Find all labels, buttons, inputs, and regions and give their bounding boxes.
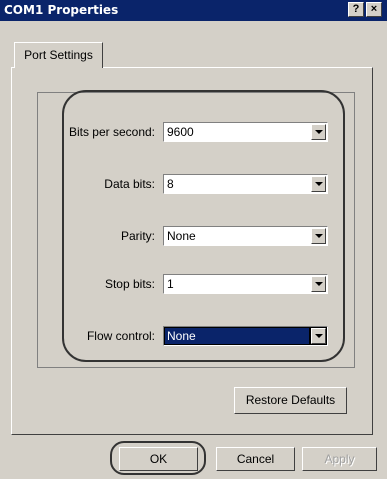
restore-defaults-button[interactable]: Restore Defaults	[234, 387, 347, 414]
ok-highlight-ring	[110, 441, 206, 475]
cancel-button[interactable]: Cancel	[216, 447, 295, 471]
tab-port-settings[interactable]: Port Settings	[14, 42, 103, 68]
window-title: COM1 Properties	[4, 3, 119, 17]
settings-highlight-ring	[62, 90, 345, 362]
help-button[interactable]: ?	[348, 2, 364, 17]
title-bar: COM1 Properties ? ×	[0, 0, 387, 21]
close-button[interactable]: ×	[366, 2, 382, 17]
apply-button[interactable]: Apply	[302, 447, 377, 471]
